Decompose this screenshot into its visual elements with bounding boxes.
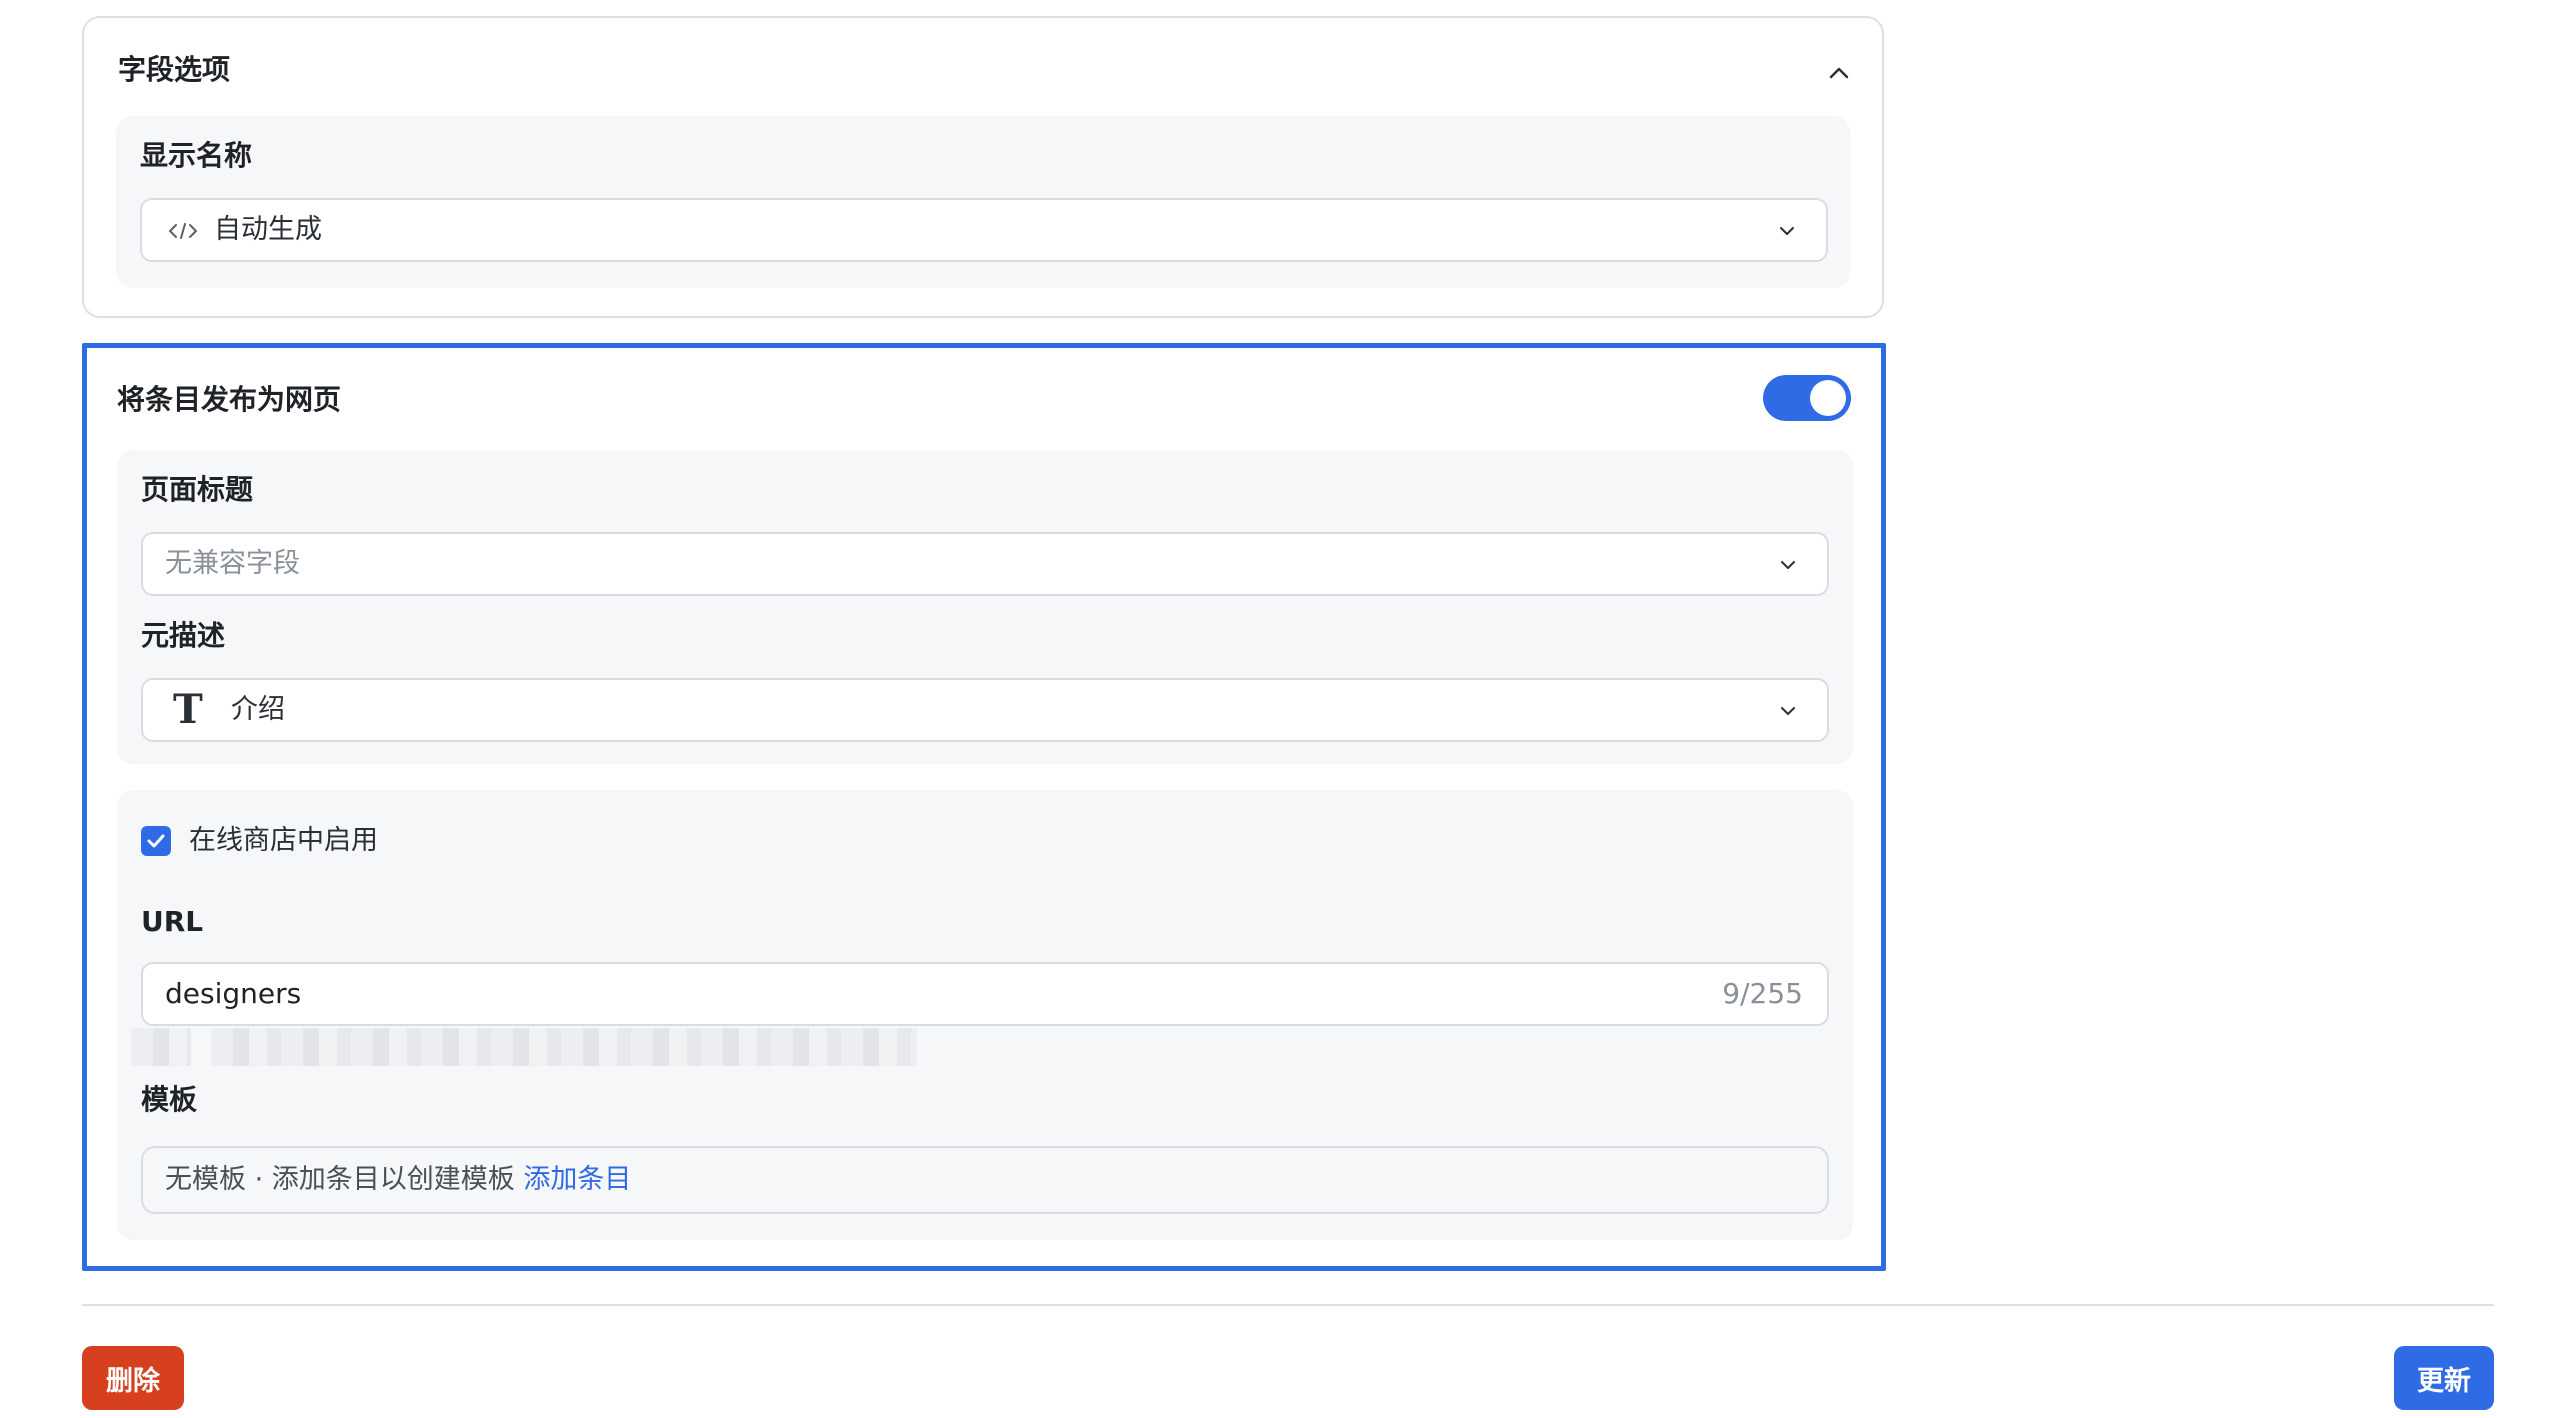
check-icon [147, 834, 165, 848]
url-input-value: designers [165, 977, 302, 1010]
field-options-title: 字段选项 [118, 53, 231, 86]
publish-card: 将条目发布为网页 页面标题 无兼容字段 元描述 T 介绍 在线商店中启用 URL… [82, 343, 1886, 1271]
code-icon [169, 223, 197, 239]
blurred-url-prefix [131, 1028, 191, 1066]
template-label: 模板 [141, 1083, 198, 1116]
add-entry-link[interactable]: 添加条目 [523, 1164, 631, 1195]
chevron-down-icon [1781, 561, 1795, 569]
text-type-icon: T [173, 686, 203, 733]
template-empty-message: 无模板 · 添加条目以创建模板 添加条目 [165, 1148, 631, 1212]
publish-title: 将条目发布为网页 [117, 383, 342, 416]
online-store-panel: 在线商店中启用 URL designers 9/255 模板 无模板 · 添加条… [117, 790, 1853, 1240]
display-name-panel: 显示名称 自动生成 [116, 116, 1850, 288]
page-title-select[interactable]: 无兼容字段 [141, 532, 1829, 596]
page-title-label: 页面标题 [141, 473, 254, 506]
online-store-checkbox-label: 在线商店中启用 [189, 825, 378, 856]
publish-toggle[interactable] [1763, 375, 1851, 421]
delete-button[interactable]: 删除 [82, 1346, 184, 1410]
display-name-label: 显示名称 [140, 139, 253, 172]
chevron-down-icon [1781, 707, 1795, 715]
display-name-value: 自动生成 [214, 214, 322, 245]
url-input[interactable]: designers 9/255 [141, 962, 1829, 1026]
display-name-select[interactable]: 自动生成 [140, 198, 1828, 262]
divider [82, 1304, 2494, 1306]
page: 字段选项 显示名称 自动生成 将条目发布为网页 页面标题 无兼容字段 元描述 T… [0, 0, 2556, 1418]
template-box: 无模板 · 添加条目以创建模板 添加条目 [141, 1146, 1829, 1214]
page-title-placeholder: 无兼容字段 [165, 548, 300, 579]
meta-description-value: 介绍 [231, 694, 285, 725]
toggle-knob [1810, 380, 1846, 416]
online-store-checkbox[interactable] [141, 826, 171, 856]
field-options-card: 字段选项 显示名称 自动生成 [82, 16, 1884, 318]
seo-panel: 页面标题 无兼容字段 元描述 T 介绍 [117, 450, 1853, 764]
chevron-up-icon[interactable] [1828, 62, 1850, 84]
update-button[interactable]: 更新 [2394, 1346, 2494, 1410]
meta-description-select[interactable]: T 介绍 [141, 678, 1829, 742]
chevron-down-icon [1780, 227, 1794, 235]
url-label: URL [141, 905, 204, 938]
template-empty-text: 无模板 · 添加条目以创建模板 [165, 1164, 515, 1195]
meta-description-label: 元描述 [141, 619, 226, 652]
blurred-url-preview [211, 1028, 917, 1066]
url-char-count: 9/255 [1722, 977, 1803, 1010]
